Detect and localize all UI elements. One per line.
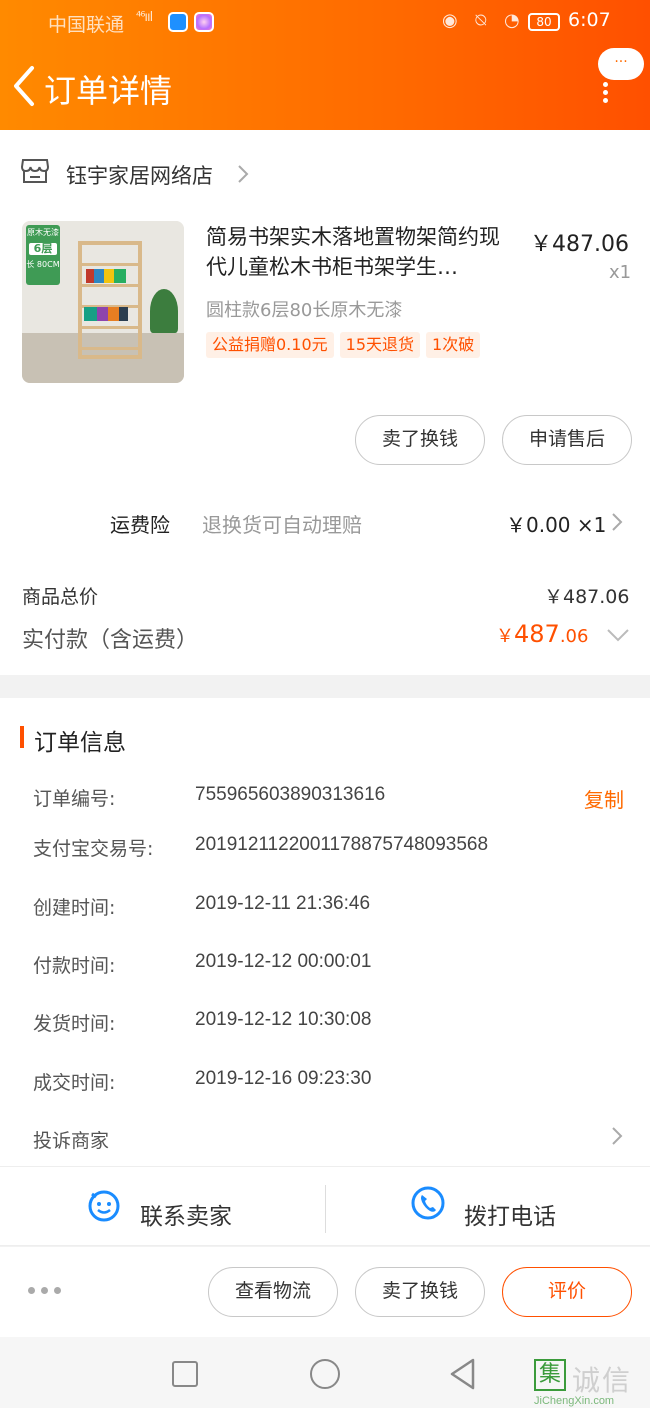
order-item-card: 钰宇家居网络店 原木无漆 6层 长 80CM 简易书架实木落地置物架简约现代儿童… (0, 130, 650, 675)
completed-time-value: 2019-12-16 09:23:30 (195, 1068, 372, 1089)
sell-for-cash-button[interactable]: 卖了换钱 (355, 415, 485, 465)
alipay-trade-label: 支付宝交易号: (33, 838, 154, 860)
after-sale-button[interactable]: 申请售后 (502, 415, 632, 465)
shop-name-link[interactable]: 钰宇家居网络店 (66, 160, 213, 190)
order-info-title: 订单信息 (34, 730, 126, 756)
order-info-section: 订单信息 订单编号: 755965603890313616 复制 支付宝交易号:… (0, 698, 650, 1166)
complain-seller-link[interactable]: 投诉商家 (33, 1126, 109, 1153)
shipping-insurance-desc: 退换货可自动理赔 (202, 513, 362, 537)
back-arrow-icon[interactable] (10, 64, 40, 108)
call-phone-button[interactable]: 拨打电话 (464, 1197, 556, 1231)
bookshelf-image (78, 241, 142, 359)
message-bubble-button[interactable]: ··· (598, 48, 644, 80)
tag-charity: 公益捐赠0.10元 (206, 332, 334, 358)
shipping-insurance-label: 运费险 (110, 513, 170, 537)
paid-time-label: 付款时间: (33, 955, 116, 977)
subtotal-label: 商品总价 (22, 586, 99, 608)
notification-app-icon (168, 12, 188, 32)
product-price: ￥487.06 (530, 232, 629, 257)
chevron-right-icon[interactable] (610, 512, 624, 532)
product-quantity: x1 (609, 262, 632, 283)
product-thumbnail[interactable]: 原木无漆 6层 长 80CM (22, 221, 184, 383)
paid-time-value: 2019-12-12 00:00:01 (195, 951, 372, 972)
home-icon[interactable] (310, 1359, 340, 1389)
chat-smile-icon[interactable] (86, 1187, 122, 1223)
more-options-icon[interactable] (28, 1287, 62, 1295)
phone-icon[interactable] (410, 1185, 446, 1221)
watermark-logo: 集 诚信 JiChengXin.com (534, 1359, 648, 1408)
notification-app-icon-2 (194, 12, 214, 32)
carrier-label: 中国联通 (48, 14, 125, 36)
copy-button[interactable]: 复制 (584, 784, 624, 813)
shop-icon (20, 159, 50, 183)
signal-icon: ⁴⁶ııl (136, 10, 153, 25)
shipped-time-value: 2019-12-12 10:30:08 (195, 1009, 372, 1030)
section-accent-bar (20, 726, 24, 748)
completed-time-label: 成交时间: (33, 1072, 116, 1094)
chevron-right-icon[interactable] (610, 1126, 624, 1146)
clock: 6:07 (568, 9, 611, 31)
product-tags: 公益捐赠0.10元 15天退货 1次破 (206, 332, 486, 358)
divider (325, 1185, 326, 1233)
review-button[interactable]: 评价 (502, 1267, 632, 1317)
app-header: 中国联通 ⁴⁶ııl ◉ ⍉ ◔ 80 6:07 订单详情 ··· (0, 0, 650, 130)
recent-apps-icon[interactable] (172, 1361, 198, 1387)
product-spec: 圆柱款6层80长原木无漆 (206, 300, 403, 321)
page-title: 订单详情 (44, 72, 173, 110)
chevron-down-icon[interactable] (606, 628, 630, 642)
created-time-value: 2019-12-11 21:36:46 (195, 893, 371, 914)
contact-bar: 联系卖家 拨打电话 (0, 1166, 650, 1246)
paid-amount-label: 实付款（含运费） (22, 628, 199, 653)
tag-breakage: 1次破 (426, 332, 481, 358)
status-icons: ◉ ⍉ ◔ (442, 10, 526, 31)
order-number-value: 755965603890313616 (195, 784, 386, 805)
tag-return: 15天退货 (339, 332, 421, 358)
order-number-label: 订单编号: (33, 788, 116, 810)
battery-icon: 80 (528, 13, 560, 31)
product-badge: 原木无漆 6层 长 80CM (26, 225, 60, 285)
nav-back-icon[interactable] (448, 1357, 476, 1391)
status-bar: 中国联通 ⁴⁶ııl ◉ ⍉ ◔ 80 6:07 (0, 0, 650, 44)
shipping-insurance-price[interactable]: ￥0.00 ×1 (506, 509, 606, 538)
sell-for-cash-button-bottom[interactable]: 卖了换钱 (355, 1267, 485, 1317)
system-nav-bar: 集 诚信 JiChengXin.com (0, 1337, 650, 1408)
product-title[interactable]: 简易书架实木落地置物架简约现代儿童松木书柜书架学生… (206, 222, 514, 282)
action-bar: 查看物流 卖了换钱 评价 (0, 1247, 650, 1337)
paid-amount-value[interactable]: ￥487.06 (496, 620, 588, 648)
plant-image (150, 289, 178, 333)
more-menu-icon[interactable] (596, 82, 616, 104)
created-time-label: 创建时间: (33, 897, 116, 919)
shipped-time-label: 发货时间: (33, 1013, 116, 1035)
contact-seller-button[interactable]: 联系卖家 (140, 1197, 232, 1231)
alipay-trade-value: 2019121122001178875748093568 (195, 834, 489, 855)
chevron-right-icon[interactable] (236, 164, 250, 184)
view-logistics-button[interactable]: 查看物流 (208, 1267, 338, 1317)
subtotal-value: ￥487.06 (544, 586, 630, 608)
